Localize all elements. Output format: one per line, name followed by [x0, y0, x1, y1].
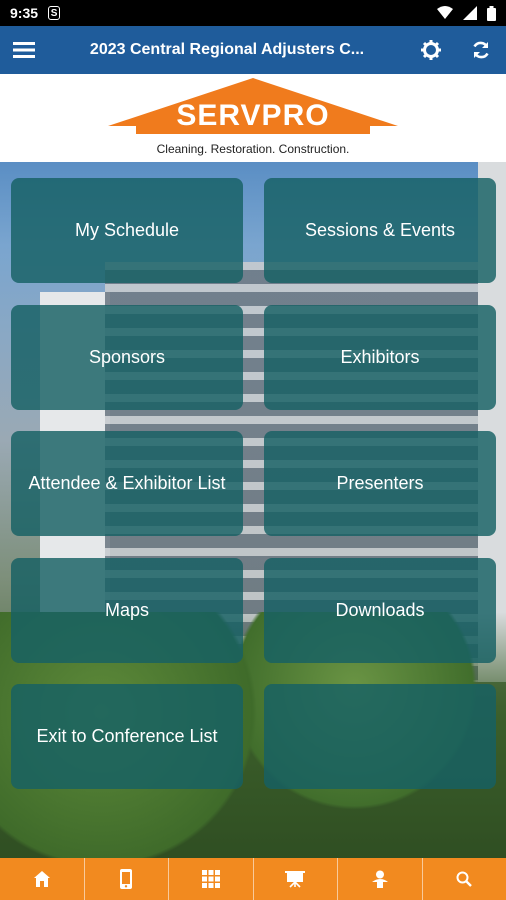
bottom-tab-bar: [0, 858, 506, 900]
grid-icon: [201, 870, 220, 888]
tab-person[interactable]: [338, 858, 423, 900]
hamburger-menu-icon: [13, 42, 35, 58]
servpro-logo: SERVPRO: [108, 76, 398, 146]
tile-exhibitors[interactable]: Exhibitors: [264, 304, 496, 410]
status-bar: 9:35 S: [0, 0, 506, 26]
status-icons: [437, 5, 496, 21]
notification-icon: S: [48, 6, 61, 20]
wifi-icon: [437, 6, 453, 19]
tile-downloads[interactable]: Downloads: [264, 557, 496, 663]
app-title: 2023 Central Regional Adjusters C...: [89, 41, 365, 58]
person-icon: [371, 870, 388, 888]
tile-maps[interactable]: Maps: [11, 557, 243, 663]
logo-text: SERVPRO: [176, 99, 330, 132]
tile-empty: [264, 684, 496, 789]
tab-search[interactable]: [423, 858, 506, 900]
gear-icon: [421, 40, 441, 60]
tab-presentation[interactable]: [254, 858, 338, 900]
app-bar: 2023 Central Regional Adjusters C...: [0, 26, 506, 74]
tab-home[interactable]: [0, 858, 85, 900]
tab-grid[interactable]: [169, 858, 254, 900]
sponsor-banner: SERVPRO Cleaning. Restoration. Construct…: [0, 74, 506, 162]
battery-icon: [487, 5, 496, 21]
tile-presenters[interactable]: Presenters: [264, 431, 496, 536]
menu-button[interactable]: [0, 26, 48, 74]
tile-attendee-exhibitor-list[interactable]: Attendee & Exhibitor List: [11, 431, 243, 536]
tile-sessions-events[interactable]: Sessions & Events: [264, 178, 496, 283]
presentation-board-icon: [285, 871, 306, 888]
mobile-phone-icon: [120, 869, 133, 889]
settings-button[interactable]: [406, 26, 456, 74]
tile-sponsors[interactable]: Sponsors: [11, 304, 243, 410]
tile-exit-to-conference-list[interactable]: Exit to Conference List: [11, 684, 243, 789]
signal-icon: [463, 6, 477, 20]
refresh-button[interactable]: [456, 26, 506, 74]
menu-grid: My Schedule Sessions & Events Sponsors E…: [0, 162, 506, 858]
home-icon: [33, 871, 50, 887]
search-icon: [456, 871, 473, 887]
tab-mobile[interactable]: [85, 858, 169, 900]
tile-my-schedule[interactable]: My Schedule: [11, 178, 243, 283]
refresh-icon: [473, 41, 489, 59]
status-time: 9:35: [10, 5, 39, 21]
